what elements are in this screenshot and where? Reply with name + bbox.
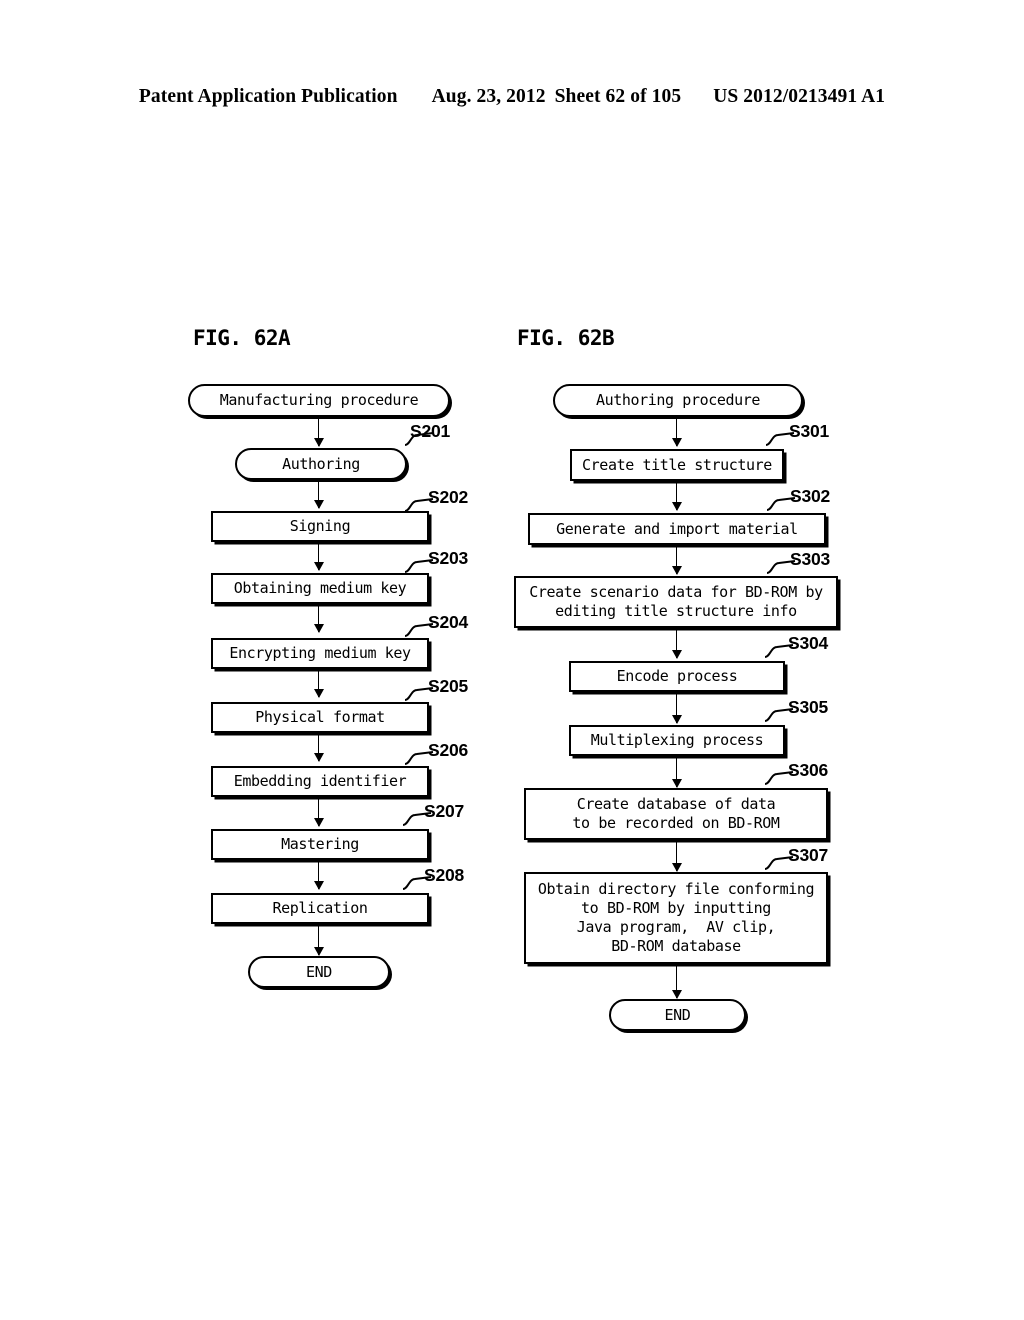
step-label-s303: S303: [790, 549, 831, 569]
node-authoring: Authoring: [235, 448, 407, 480]
callout-tick-s302: [766, 494, 796, 511]
node-label: Replication: [272, 899, 368, 917]
figure-area: FIG. 62A Manufacturing procedure S201 Au…: [0, 0, 1024, 1320]
node-end-62b: END: [609, 999, 746, 1031]
node-label: Manufacturing procedure: [219, 391, 419, 409]
callout-tick-s206: [404, 748, 434, 765]
callout-tick-s202: [404, 495, 434, 512]
node-label-line-2: to BD-ROM by inputting: [581, 899, 771, 917]
callout-tick-s203: [404, 556, 434, 573]
arrow-start-to-s201: [313, 417, 324, 447]
node-label: Multiplexing process: [590, 731, 764, 749]
node-label: Mastering: [281, 835, 359, 853]
arrow-s301-to-s302: [671, 481, 682, 511]
node-label-line-4: BD-ROM database: [611, 937, 741, 955]
node-create-scenario-data: Create scenario data for BD-ROM by editi…: [514, 576, 838, 628]
step-label-s203: S203: [428, 548, 469, 568]
node-label-line-3: Java program, AV clip,: [576, 918, 776, 936]
arrow-s203-to-s204: [313, 604, 324, 633]
step-label-s301: S301: [789, 421, 830, 441]
node-label: Physical format: [255, 708, 385, 726]
node-label: Embedding identifier: [233, 772, 407, 790]
step-label-s306: S306: [788, 760, 829, 780]
node-physical-format: Physical format: [211, 702, 429, 733]
figure-label-62a: FIG. 62A: [193, 326, 291, 350]
arrow-s205-to-s206: [313, 733, 324, 762]
arrow-s204-to-s205: [313, 669, 324, 698]
node-mastering: Mastering: [211, 829, 429, 860]
step-label-s208: S208: [424, 865, 465, 885]
node-label: END: [306, 962, 332, 981]
step-label-s201: S201: [410, 421, 451, 441]
node-label: Encrypting medium key: [229, 644, 411, 662]
step-label-s304: S304: [788, 633, 829, 653]
arrow-s208-to-end: [313, 924, 324, 956]
arrow-s304-to-s305: [671, 692, 682, 724]
node-label: Create title structure: [582, 455, 772, 474]
node-obtaining-medium-key: Obtaining medium key: [211, 573, 429, 604]
figure-label-62b: FIG. 62B: [517, 326, 615, 350]
node-label: Obtaining medium key: [233, 579, 407, 597]
node-multiplexing-process: Multiplexing process: [569, 725, 785, 756]
step-label-s204: S204: [428, 612, 469, 632]
node-end-62a: END: [248, 956, 390, 988]
arrow-s202-to-s203: [313, 542, 324, 571]
node-label-line-1: Create database of data: [576, 795, 776, 813]
node-generate-and-import-material: Generate and import material: [528, 513, 826, 545]
step-label-s206: S206: [428, 740, 469, 760]
node-label: END: [664, 1005, 691, 1024]
arrow-s307-to-end: [671, 964, 682, 999]
node-encrypting-medium-key: Encrypting medium key: [211, 638, 429, 669]
arrow-s201-to-s202: [313, 480, 324, 509]
node-manufacturing-procedure: Manufacturing procedure: [188, 384, 450, 417]
arrow-s207-to-s208: [313, 860, 324, 890]
callout-tick-s303: [766, 557, 796, 574]
node-label: Generate and import material: [556, 519, 798, 538]
callout-tick-s305: [764, 705, 794, 722]
arrow-s305-to-s306: [671, 756, 682, 788]
callout-tick-s205: [404, 684, 434, 701]
node-embedding-identifier: Embedding identifier: [211, 766, 429, 797]
node-label-line-2: to be recorded on BD-ROM: [572, 814, 780, 832]
arrow-s303-to-s304: [671, 628, 682, 659]
arrow-s302-to-s303: [671, 545, 682, 575]
step-label-s202: S202: [428, 487, 469, 507]
node-create-title-structure: Create title structure: [570, 449, 784, 481]
step-label-s302: S302: [790, 486, 831, 506]
node-label: Authoring procedure: [596, 391, 760, 409]
arrow-s306-to-s307: [671, 840, 682, 872]
callout-tick-s307: [764, 853, 794, 870]
node-signing: Signing: [211, 511, 429, 542]
step-label-s307: S307: [788, 845, 829, 865]
arrow-start-to-s301: [671, 417, 682, 447]
node-create-database: Create database of data to be recorded o…: [524, 788, 828, 840]
node-label-line-1: Create scenario data for BD-ROM by: [529, 583, 823, 601]
node-label-line-2: editing title structure info: [555, 602, 797, 620]
step-label-s205: S205: [428, 676, 469, 696]
step-label-s305: S305: [788, 697, 829, 717]
node-authoring-procedure: Authoring procedure: [553, 384, 803, 417]
node-replication: Replication: [211, 893, 429, 924]
node-label: Encode process: [616, 667, 738, 685]
node-label-line-1: Obtain directory file conforming: [537, 880, 815, 898]
callout-tick-s204: [404, 620, 434, 637]
arrow-s206-to-s207: [313, 797, 324, 827]
node-encode-process: Encode process: [569, 661, 785, 692]
callout-tick-s304: [764, 641, 794, 658]
step-label-s207: S207: [424, 801, 465, 821]
callout-tick-s301: [765, 429, 795, 446]
node-label: Signing: [289, 517, 351, 535]
node-obtain-directory-file: Obtain directory file conforming to BD-R…: [524, 872, 828, 964]
callout-tick-s306: [764, 768, 794, 785]
node-label: Authoring: [282, 454, 360, 473]
